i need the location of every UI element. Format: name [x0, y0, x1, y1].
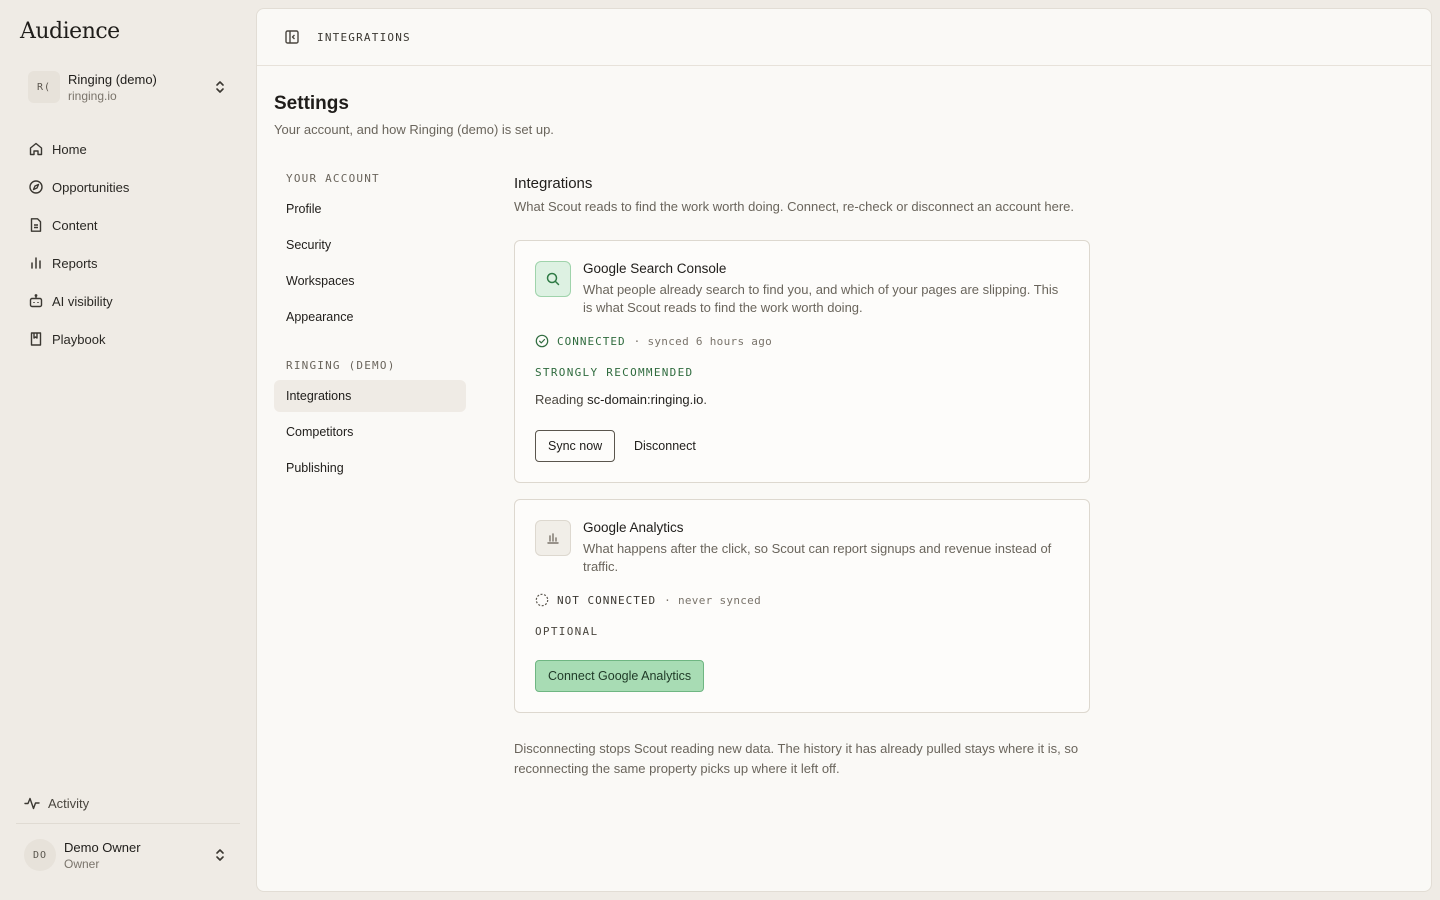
integrations-section: Integrations What Scout reads to find th…	[514, 175, 1090, 779]
card-title: Google Analytics	[583, 520, 684, 535]
nav-label: Content	[52, 217, 98, 233]
brand-logo: Audience	[20, 19, 120, 44]
nav-item-ai-visibility[interactable]: AI visibility	[16, 282, 240, 320]
disconnect-button[interactable]: Disconnect	[628, 430, 702, 462]
user-menu[interactable]: DO Demo Owner Owner	[16, 832, 240, 878]
sync-time: · never synced	[664, 593, 762, 607]
nav-label: Opportunities	[52, 179, 130, 195]
user-role: Owner	[64, 856, 100, 871]
document-icon	[30, 218, 42, 232]
nav-label: AI visibility	[52, 293, 113, 309]
reading-value: sc-domain:ringing.io	[587, 392, 704, 407]
book-icon	[30, 332, 42, 346]
connection-status: CONNECTED · synced 6 hours ago	[535, 334, 772, 348]
main-panel: INTEGRATIONS Settings Your account, and …	[256, 8, 1432, 892]
integration-card-ga: Google Analytics What happens after the …	[514, 499, 1090, 713]
check-circle-icon	[535, 334, 549, 348]
page-subtitle: Your account, and how Ringing (demo) is …	[274, 122, 554, 137]
top-bar: INTEGRATIONS	[257, 9, 1431, 66]
status-label: CONNECTED	[557, 334, 626, 348]
robot-icon	[29, 294, 43, 308]
activity-label: Activity	[48, 795, 90, 811]
activity-link[interactable]: Activity	[16, 786, 240, 820]
card-title: Google Search Console	[583, 261, 727, 276]
activity-icon	[24, 797, 40, 810]
optional-badge: OPTIONAL	[535, 625, 599, 638]
user-info: Demo Owner Owner	[64, 839, 212, 872]
disconnect-footnote: Disconnecting stops Scout reading new da…	[514, 741, 1079, 776]
user-name: Demo Owner	[64, 839, 141, 855]
settings-subnav: YOUR ACCOUNT Profile Security Workspaces…	[274, 169, 466, 484]
workspace-switcher[interactable]: R( Ringing (demo) ringing.io	[16, 64, 240, 110]
sync-time: · synced 6 hours ago	[633, 334, 773, 348]
connection-status: NOT CONNECTED · never synced	[535, 593, 761, 607]
nav-item-content[interactable]: Content	[16, 206, 240, 244]
recommendation-badge: STRONGLY RECOMMENDED	[535, 366, 694, 379]
avatar: DO	[24, 839, 56, 871]
nav-item-reports[interactable]: Reports	[16, 244, 240, 282]
section-title: Integrations	[514, 175, 593, 192]
card-header: Google Search Console What people alread…	[583, 261, 1071, 317]
workspace-name: Ringing (demo)	[68, 71, 157, 87]
integration-card-gsc: Google Search Console What people alread…	[514, 240, 1090, 483]
subnav-item-competitors[interactable]: Competitors	[274, 416, 466, 448]
chevron-up-down-icon	[216, 81, 224, 93]
subnav-item-profile[interactable]: Profile	[274, 193, 466, 225]
bar-chart-icon	[31, 257, 41, 269]
subnav-heading-workspace: RINGING (DEMO)	[286, 359, 396, 372]
search-icon	[535, 261, 571, 297]
compass-icon	[29, 180, 43, 194]
sync-now-button[interactable]: Sync now	[535, 430, 616, 462]
page-title: Settings	[274, 93, 349, 114]
subnav-item-publishing[interactable]: Publishing	[274, 452, 466, 484]
nav-item-playbook[interactable]: Playbook	[16, 320, 240, 358]
subnav-item-security[interactable]: Security	[274, 229, 466, 261]
subnav-item-appearance[interactable]: Appearance	[274, 301, 466, 333]
chevron-up-down-icon	[216, 849, 224, 861]
breadcrumb: INTEGRATIONS	[317, 30, 411, 44]
nav-item-home[interactable]: Home	[16, 130, 240, 168]
nav-item-opportunities[interactable]: Opportunities	[16, 168, 240, 206]
sidebar-toggle-icon	[285, 30, 299, 44]
subnav-heading-account: YOUR ACCOUNT	[286, 172, 380, 185]
dashed-circle-icon	[535, 593, 549, 607]
collapse-sidebar-button[interactable]	[281, 26, 303, 48]
reading-suffix: .	[703, 392, 708, 407]
nav-label: Playbook	[52, 331, 106, 347]
sidebar: Audience R( Ringing (demo) ringing.io Ho…	[0, 0, 256, 900]
home-icon	[29, 142, 43, 156]
workspace-avatar: R(	[28, 71, 60, 103]
connect-google-analytics-button[interactable]: Connect Google Analytics	[535, 660, 705, 692]
card-description: What happens after the click, so Scout c…	[583, 541, 1052, 574]
workspace-domain: ringing.io	[68, 88, 117, 103]
status-label: NOT CONNECTED	[557, 593, 657, 607]
main-nav: Home Opportunities Content Reports AI vi…	[16, 130, 240, 358]
card-description: What people already search to find you, …	[583, 282, 1059, 315]
reading-prefix: Reading	[535, 392, 584, 407]
nav-label: Reports	[52, 255, 98, 271]
subnav-item-workspaces[interactable]: Workspaces	[274, 265, 466, 297]
workspace-info: Ringing (demo) ringing.io	[68, 71, 212, 104]
bar-chart-icon	[535, 520, 571, 556]
section-subtitle: What Scout reads to find the work worth …	[514, 199, 1075, 214]
nav-label: Home	[52, 141, 87, 157]
sidebar-divider	[16, 823, 240, 824]
card-header: Google Analytics What happens after the …	[583, 520, 1071, 576]
subnav-item-integrations[interactable]: Integrations	[274, 380, 466, 412]
property-reading: Reading sc-domain:ringing.io.	[535, 392, 707, 407]
